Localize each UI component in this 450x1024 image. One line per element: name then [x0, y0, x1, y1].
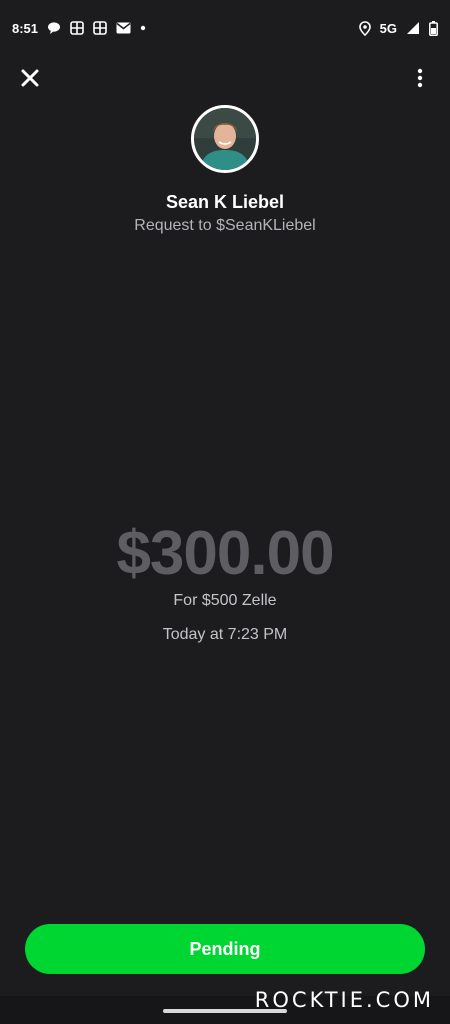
- mail-icon: [116, 22, 131, 34]
- chat-bubble-icon: [47, 21, 61, 35]
- grid-app-icon: [70, 21, 84, 35]
- battery-icon: [429, 20, 438, 36]
- avatar[interactable]: [191, 105, 259, 173]
- pending-button[interactable]: Pending: [25, 924, 425, 974]
- signal-icon: [406, 21, 420, 35]
- status-right: 5G: [358, 20, 438, 36]
- recipient-name: Sean K Liebel: [165, 192, 285, 212]
- location-icon: [358, 20, 371, 36]
- status-left: 8:51: [12, 21, 146, 36]
- close-icon: [21, 69, 39, 87]
- watermark: ROCKTIE.COM: [254, 988, 434, 1012]
- dot-icon: [140, 25, 146, 31]
- status-time: 8:51: [12, 20, 39, 36]
- status-bar: 8:51 5G: [0, 0, 450, 56]
- close-button[interactable]: [16, 64, 44, 92]
- payment-time: Today at 7:23 PM: [162, 626, 288, 643]
- request-subtitle: Request to $SeanKLiebel: [134, 217, 316, 234]
- more-options-button[interactable]: [410, 64, 430, 92]
- grid-app-icon: [93, 21, 107, 35]
- payment-note: For $500 Zelle: [173, 592, 277, 609]
- profile-photo: [194, 108, 256, 170]
- top-bar: [0, 56, 450, 100]
- network-type: 5G: [379, 20, 397, 36]
- payment-amount: $300.00: [116, 519, 334, 588]
- more-vertical-icon: [417, 68, 423, 88]
